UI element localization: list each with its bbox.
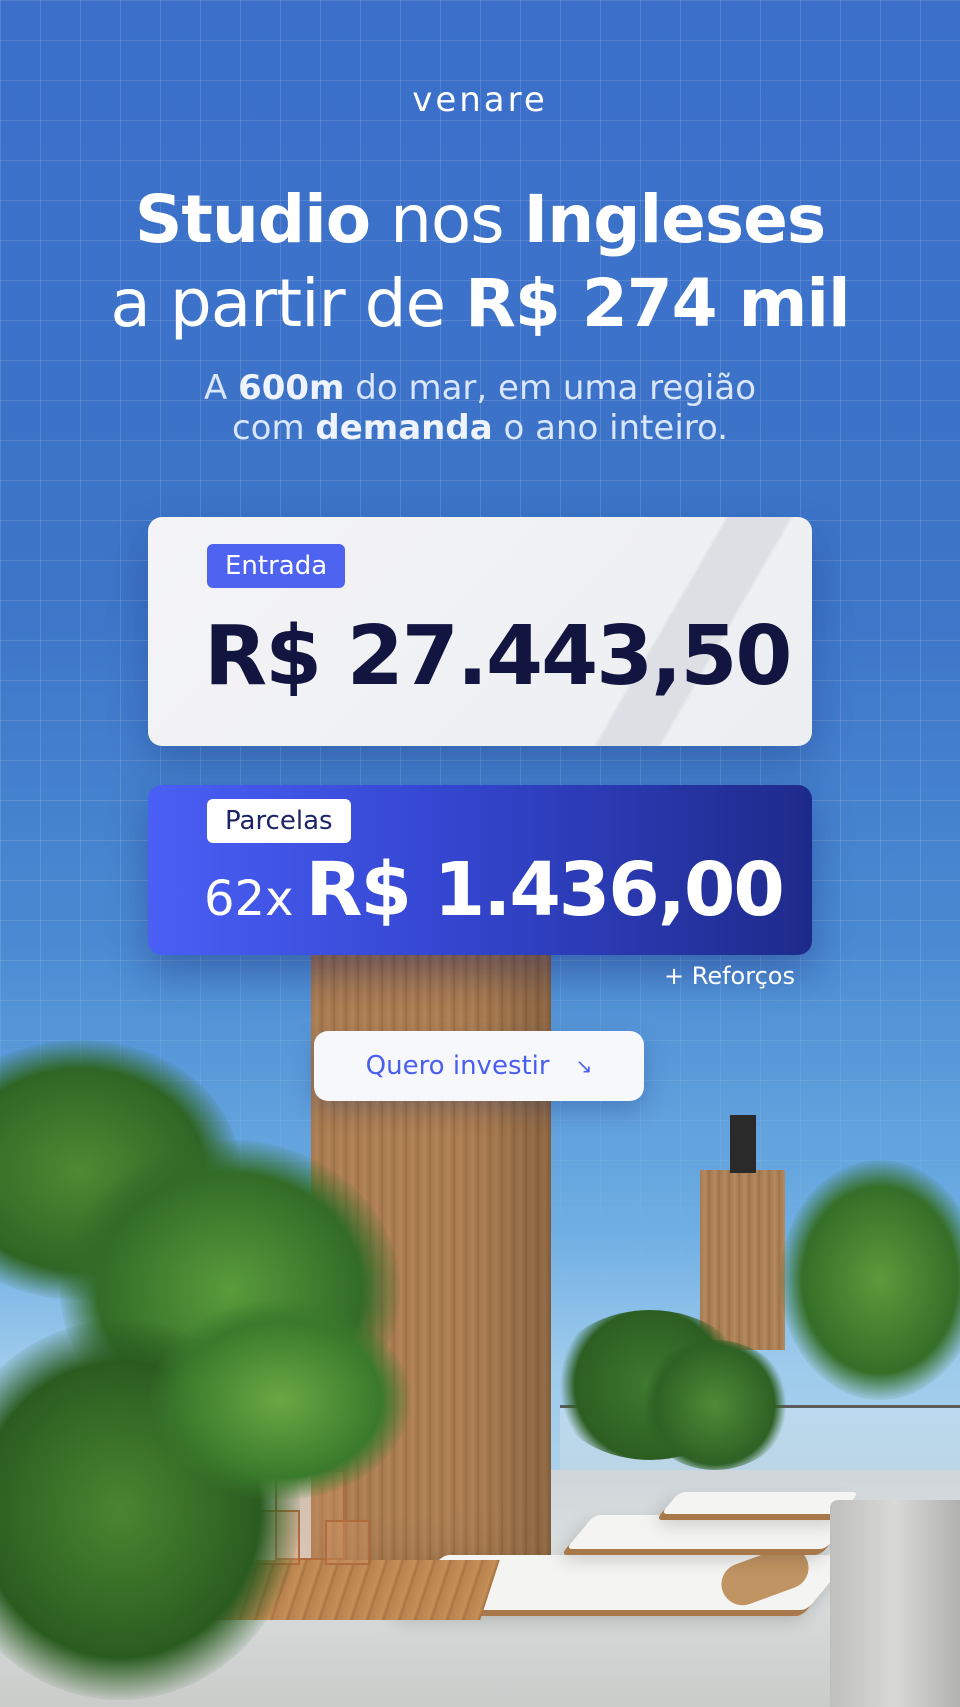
- concrete-planter: [830, 1500, 960, 1707]
- subtitle-text: o ano inteiro.: [503, 408, 729, 448]
- far-wood-pillar: [700, 1170, 785, 1350]
- sun-lounger: [565, 1515, 855, 1549]
- subtitle: A 600m do mar, em uma região com demanda…: [0, 368, 960, 448]
- entrada-label: Entrada: [207, 544, 346, 588]
- headline-word: a partir de: [110, 265, 446, 342]
- parcelas-label: Parcelas: [207, 799, 351, 843]
- chimney: [730, 1115, 756, 1173]
- parcelas-card: Parcelas 62x R$ 1.436,00: [148, 785, 812, 955]
- subtitle-text: com: [231, 408, 305, 448]
- subtitle-text: do mar, em uma região: [355, 368, 756, 408]
- subtitle-bold: 600m: [238, 368, 345, 408]
- headline-word: nos: [390, 181, 505, 258]
- palm-tree: [780, 1160, 960, 1400]
- quero-investir-button[interactable]: Quero investir ↘: [314, 1031, 644, 1101]
- lantern: [325, 1520, 370, 1565]
- shrub: [640, 1340, 790, 1470]
- entrada-card: Entrada R$ 27.443,50: [148, 517, 812, 746]
- parcelas-amount: 62x R$ 1.436,00: [204, 847, 785, 933]
- parcelas-value: R$ 1.436,00: [305, 847, 784, 933]
- reforcos-note: + Reforços: [664, 962, 795, 990]
- arrow-down-right-icon: ↘: [575, 1054, 593, 1078]
- subtitle-bold: demanda: [315, 408, 493, 448]
- ad-canvas: venare Studio nos Ingleses a partir de R…: [0, 0, 960, 1707]
- cta-label: Quero investir: [365, 1051, 550, 1081]
- headline-word: Ingleses: [523, 181, 827, 258]
- headline-price: R$ 274 mil: [465, 265, 850, 342]
- brand-logo: venare: [412, 80, 548, 120]
- parcelas-multiplier: 62x: [204, 871, 294, 927]
- subtitle-text: A: [203, 368, 228, 408]
- entrada-amount: R$ 27.443,50: [204, 609, 792, 704]
- palm-fronds: [150, 1300, 410, 1500]
- headline: Studio nos Ingleses a partir de R$ 274 m…: [0, 178, 960, 346]
- headline-word: Studio: [134, 181, 371, 258]
